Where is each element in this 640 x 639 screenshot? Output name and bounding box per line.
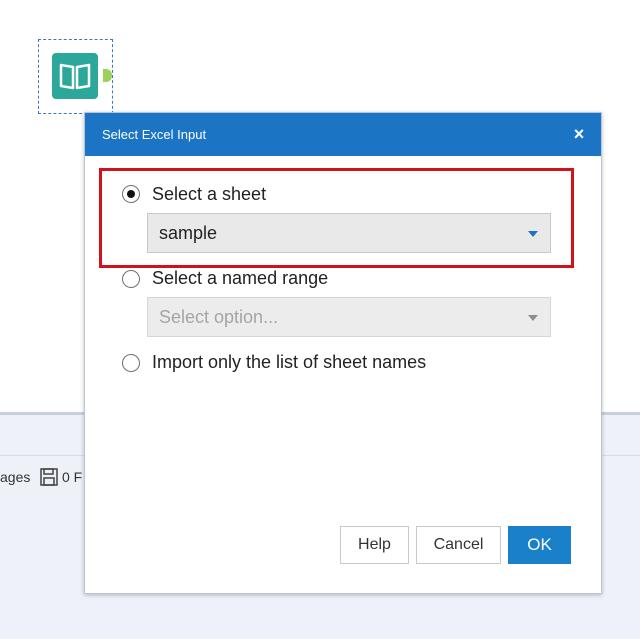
help-button[interactable]: Help <box>340 526 409 564</box>
select-excel-input-dialog: Select Excel Input × Select a sheet samp… <box>84 112 602 594</box>
chevron-down-icon <box>528 231 538 237</box>
book-icon-graphic <box>59 63 91 90</box>
sheet-select-value: sample <box>159 223 218 243</box>
cancel-button[interactable]: Cancel <box>416 526 501 564</box>
option-select-sheet-label[interactable]: Select a sheet <box>152 184 266 205</box>
book-icon[interactable] <box>52 53 98 99</box>
save-icon[interactable] <box>39 467 59 492</box>
named-range-placeholder: Select option... <box>159 307 279 327</box>
sheet-select[interactable]: sample <box>147 213 551 253</box>
radio-select-sheet[interactable] <box>122 185 140 203</box>
chevron-down-icon <box>528 315 538 321</box>
close-icon[interactable]: × <box>567 122 591 146</box>
radio-select-named-range[interactable] <box>122 270 140 288</box>
option-import-sheet-names-label[interactable]: Import only the list of sheet names <box>152 352 426 373</box>
dialog-titlebar[interactable]: Select Excel Input × <box>85 113 601 156</box>
messages-label[interactable]: ages <box>0 469 30 485</box>
named-range-select[interactable]: Select option... <box>147 297 551 337</box>
file-count-label[interactable]: 0 F <box>62 469 82 485</box>
option-select-named-range-label[interactable]: Select a named range <box>152 268 328 289</box>
ok-button[interactable]: OK <box>508 526 571 564</box>
dialog-title: Select Excel Input <box>102 127 207 142</box>
radio-import-sheet-names[interactable] <box>122 354 140 372</box>
